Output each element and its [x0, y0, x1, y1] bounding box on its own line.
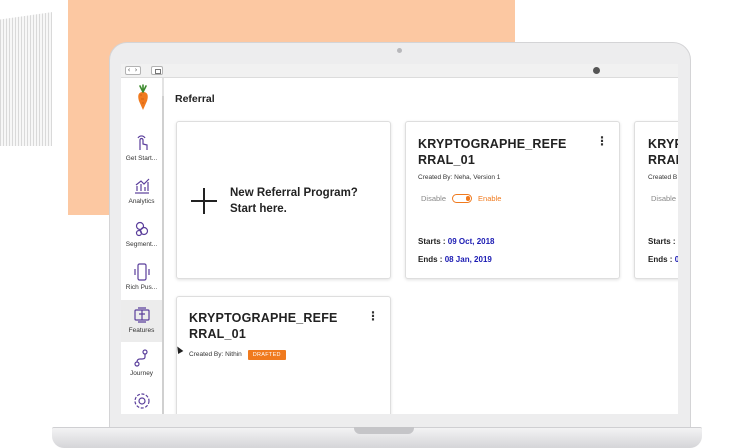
status-toggle-row: Disable: [651, 194, 676, 203]
new-program-label: New Referral Program? Start here.: [230, 187, 358, 215]
ends-label: Ends :: [418, 255, 443, 264]
sidebar-item-settings[interactable]: [121, 386, 162, 414]
referral-program-card[interactable]: KRYPTOGRAPHE_REFE RRAL_01 Created B Disa…: [634, 121, 678, 279]
starts-label: Starts :: [648, 237, 676, 246]
analytics-icon: [134, 178, 149, 194]
program-title: KRYPTOGRAPHE_REFE RRAL_01: [189, 311, 338, 341]
sidebar-item-label: Journey: [129, 370, 154, 377]
more-options-icon[interactable]: ⋮: [596, 134, 608, 148]
laptop-notch: [354, 427, 414, 434]
browser-toolbar: ‹ ›: [121, 64, 678, 78]
phone-push-icon: [133, 263, 150, 281]
program-created-by: Created By: Neha, Version 1: [418, 174, 501, 181]
sidebar-item-label: Rich Pus...: [125, 284, 158, 291]
enable-label: Enable: [478, 194, 502, 203]
numeral-one-graphic: [0, 0, 52, 146]
program-title: KRYPTOGRAPHE_REFE RRAL_01: [648, 137, 678, 167]
program-end-date: Ends : 0: [648, 255, 678, 264]
disable-label: Disable: [421, 194, 447, 203]
program-created-by: Created B: [648, 174, 678, 181]
status-badge: DRAFTED: [247, 350, 286, 360]
program-title: KRYPTOGRAPHE_REFE RRAL_01: [418, 137, 567, 167]
ends-label: Ends :: [648, 255, 673, 264]
sidebar-item-rich-push[interactable]: Rich Pus...: [121, 257, 162, 299]
page-title: Referral: [175, 93, 215, 105]
ends-value: 08 Jan, 2019: [444, 255, 492, 264]
profile-icon[interactable]: [593, 67, 600, 74]
gear-icon: [133, 393, 150, 409]
status-toggle[interactable]: [452, 194, 473, 203]
segment-icon: [135, 221, 148, 237]
referral-program-card[interactable]: KRYPTOGRAPHE_REFE RRAL_01 ⋮ Created By: …: [176, 296, 391, 414]
program-start-date: Starts : 09 Oct, 2018: [418, 237, 495, 246]
sidebar-item-journey[interactable]: Journey: [121, 343, 162, 385]
camera-icon: [397, 48, 402, 53]
sidebar-item-label: Features: [128, 327, 155, 334]
new-referral-program-card[interactable]: New Referral Program? Start here.: [176, 121, 391, 279]
referral-program-card[interactable]: KRYPTOGRAPHE_REFE RRAL_01 ⋮ Created By: …: [405, 121, 620, 279]
program-created-by-text: Created By: Nithin: [189, 351, 242, 358]
sidebar-item-label: Segment...: [125, 241, 158, 248]
more-options-icon[interactable]: ⋮: [367, 309, 379, 323]
sidebar-item-label: Get Start...: [125, 155, 158, 162]
sidebar-item-analytics[interactable]: Analytics: [121, 171, 162, 213]
program-start-date: Starts : 0: [648, 237, 678, 246]
program-created-by: Created By: Nithin DRAFTED: [189, 350, 286, 360]
sidebar-item-features[interactable]: Features: [121, 300, 162, 342]
program-end-date: Ends : 08 Jan, 2019: [418, 255, 492, 264]
tab-overview-icon[interactable]: [151, 66, 163, 75]
sidebar: Get Start... Analytics Segment... Rich P…: [121, 78, 164, 414]
features-icon: [133, 307, 150, 323]
starts-label: Starts :: [418, 237, 446, 246]
journey-icon: [133, 349, 148, 367]
sidebar-item-label: Analytics: [128, 198, 155, 205]
sidebar-item-get-started[interactable]: Get Start...: [121, 128, 162, 170]
sidebar-scrollbar[interactable]: [162, 96, 164, 414]
disable-label: Disable: [651, 194, 677, 203]
carrot-logo[interactable]: [134, 84, 152, 110]
app-screen: ‹ › Get Start... Analytics Segment... Ri…: [121, 64, 678, 414]
tap-icon: [136, 135, 148, 150]
starts-value: 09 Oct, 2018: [447, 237, 495, 246]
sidebar-item-segments[interactable]: Segment...: [121, 214, 162, 256]
plus-icon: [191, 188, 217, 214]
back-forward-buttons[interactable]: ‹ ›: [125, 66, 141, 75]
ends-value: 0: [675, 255, 678, 264]
status-toggle-row: Disable Enable: [421, 194, 501, 203]
